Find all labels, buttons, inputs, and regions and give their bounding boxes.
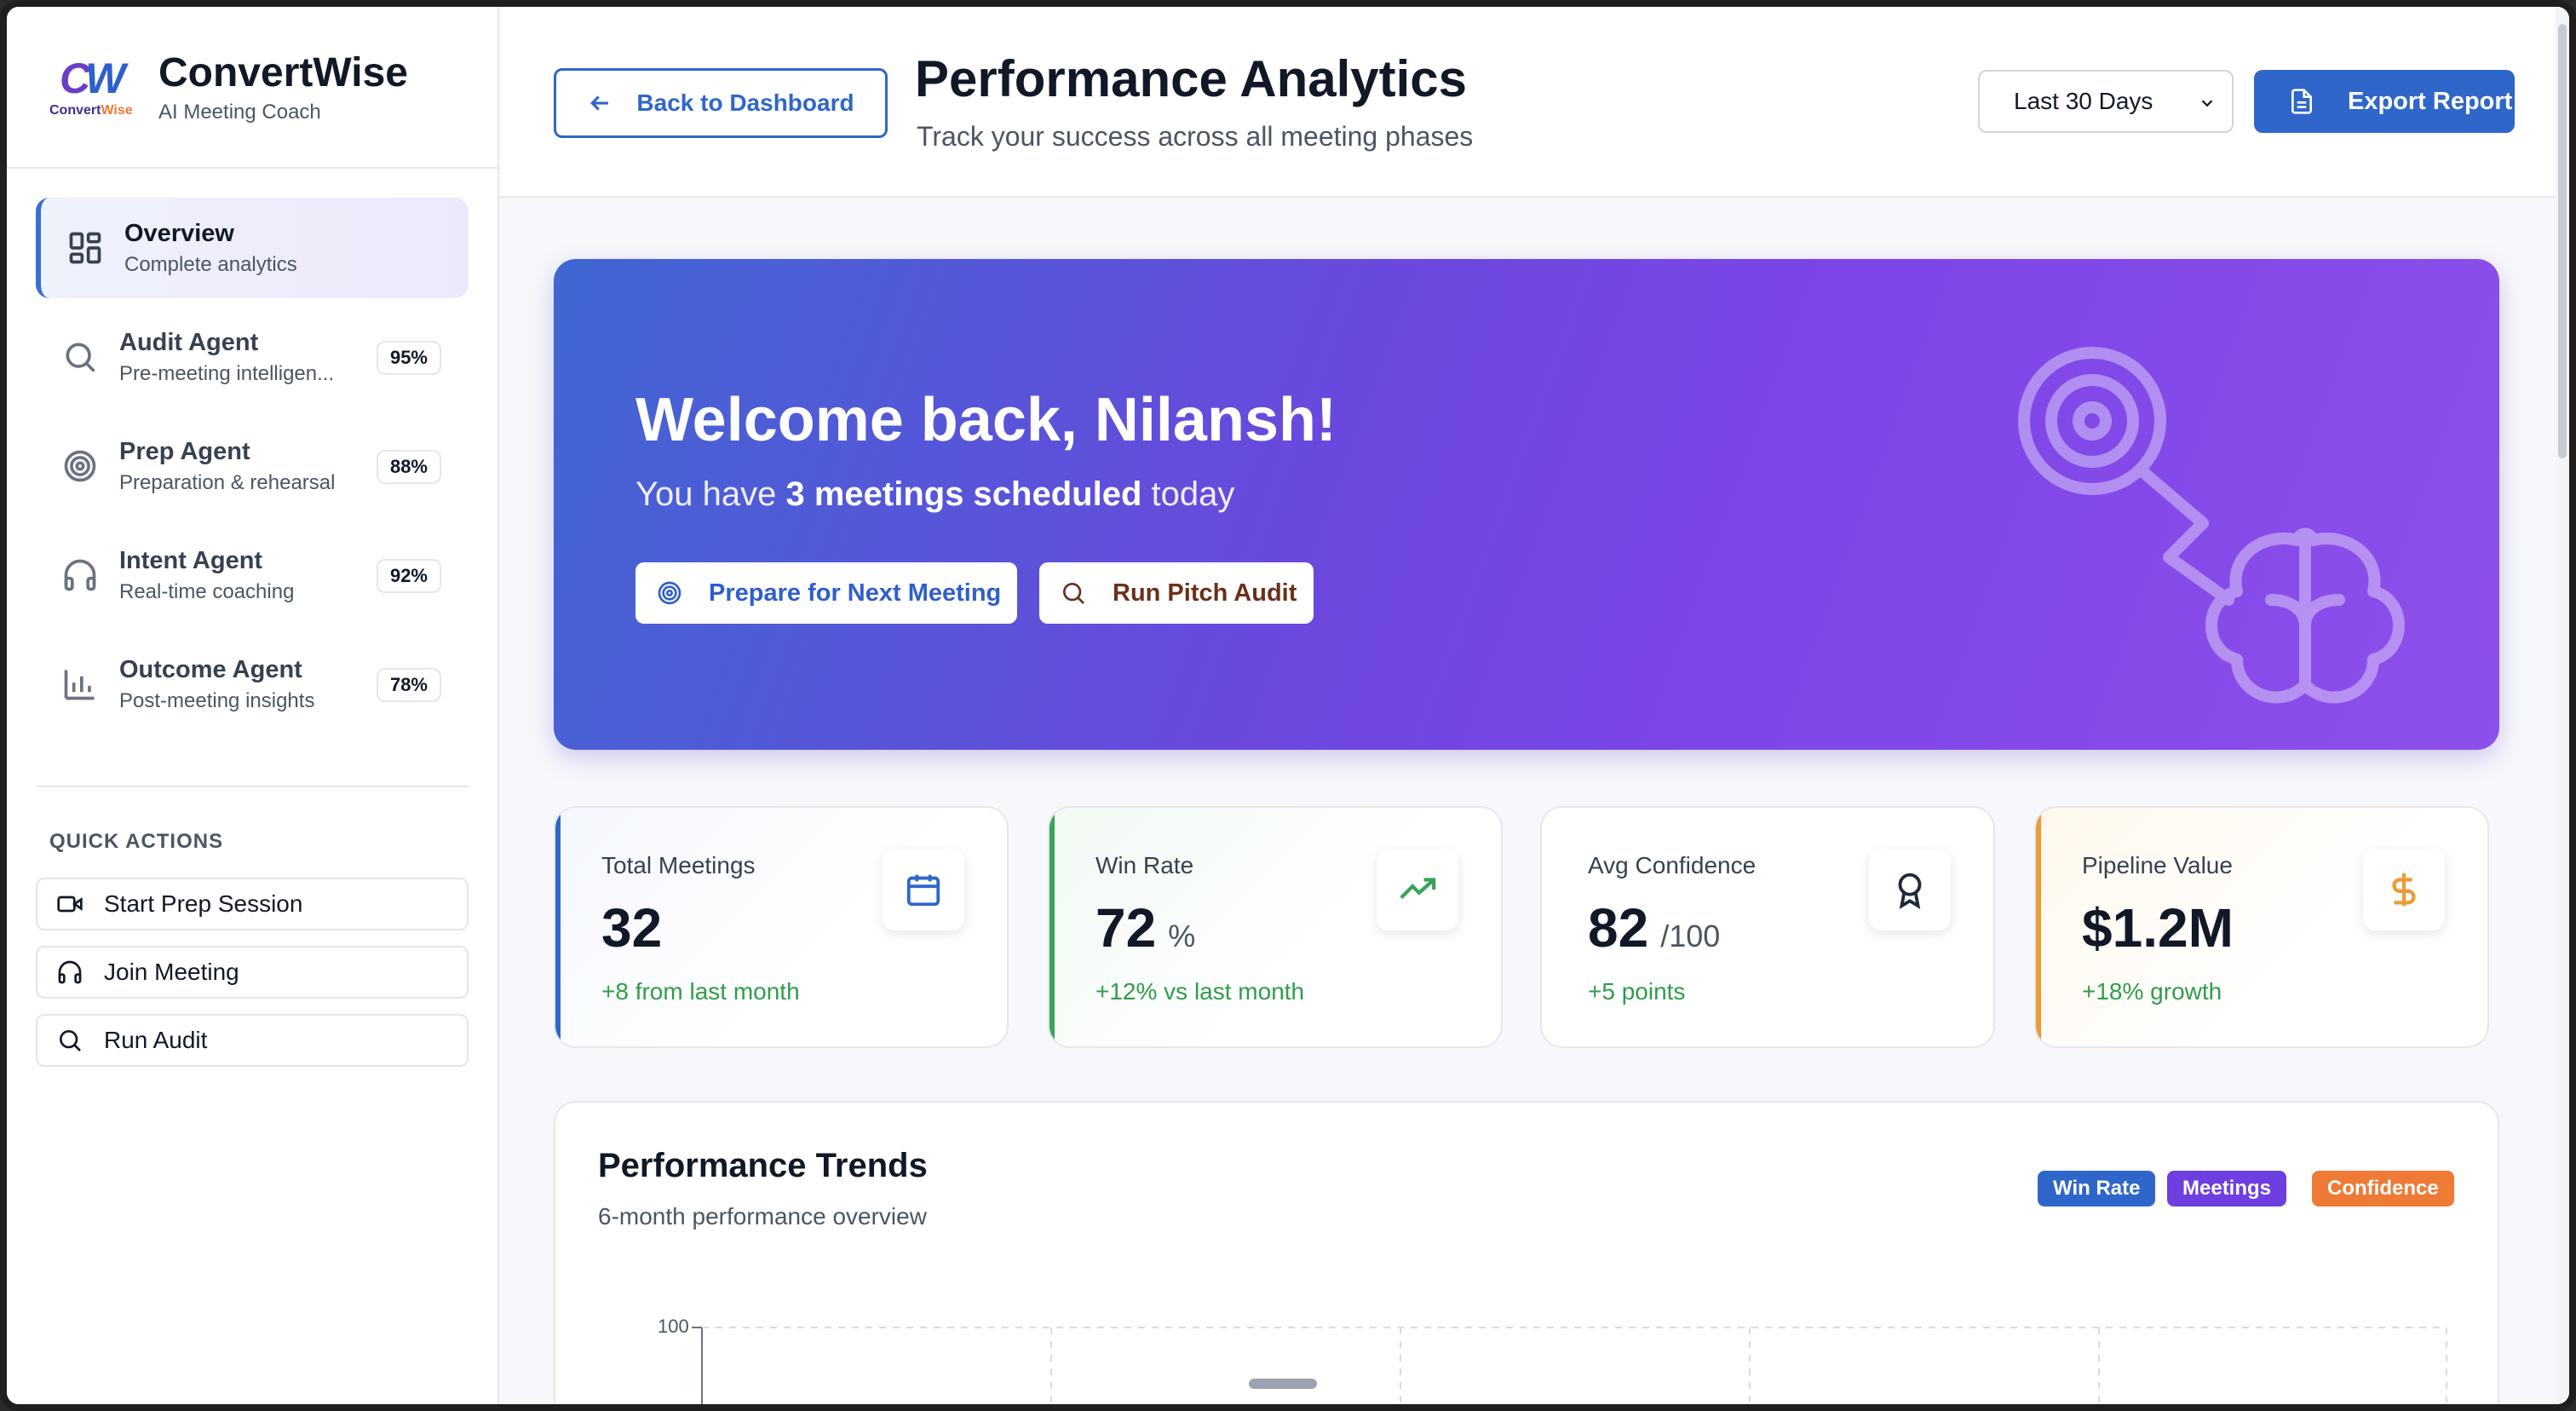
scrollbar-thumb[interactable] bbox=[2558, 24, 2567, 458]
headphones-icon bbox=[58, 960, 82, 984]
score-badge: 78% bbox=[376, 668, 441, 702]
content-area: Welcome back, Nilansh! You have 3 meetin… bbox=[499, 199, 2569, 1404]
back-label: Back to Dashboard bbox=[636, 89, 854, 116]
back-to-dashboard-button[interactable]: Back to Dashboard bbox=[554, 68, 888, 138]
sidebar-item-label: Overview bbox=[124, 219, 234, 247]
sidebar-item-desc: Complete analytics bbox=[124, 252, 297, 276]
stat-change: +8 from last month bbox=[601, 978, 800, 1005]
stat-icon-box bbox=[2363, 849, 2445, 930]
quick-action-label: Start Prep Session bbox=[104, 890, 303, 917]
start-prep-session-button[interactable]: Start Prep Session bbox=[36, 878, 469, 930]
chevron-down-icon bbox=[2201, 100, 2213, 107]
trends-title: Performance Trends bbox=[598, 1147, 928, 1184]
performance-trends-card: Performance Trends 6-month performance o… bbox=[554, 1101, 2499, 1404]
sidebar-item-audit-agent[interactable]: Audit Agent Pre-meeting intelligen... 95… bbox=[36, 307, 469, 407]
stat-value: $1.2M bbox=[2082, 897, 2234, 959]
stat-card-total-meetings: Total Meetings 32 +8 from last month bbox=[554, 806, 1009, 1048]
arrow-left-icon bbox=[590, 95, 609, 111]
award-icon bbox=[1898, 873, 1922, 909]
page-subtitle: Track your success across all meeting ph… bbox=[917, 121, 1474, 152]
legend-chip-win-rate[interactable]: Win Rate bbox=[2038, 1171, 2156, 1207]
stat-value: 32 bbox=[601, 897, 663, 959]
export-report-button[interactable]: Export Report bbox=[2254, 70, 2515, 133]
date-range-value: Last 30 Days bbox=[2014, 88, 2153, 114]
search-icon bbox=[66, 343, 95, 372]
video-icon bbox=[57, 896, 83, 913]
stat-card-avg-confidence: Avg Confidence 82/100 +5 points bbox=[1540, 806, 1995, 1048]
sidebar-item-prep-agent[interactable]: Prep Agent Preparation & rehearsal 88% bbox=[36, 416, 469, 516]
brand-header: CW ConvertWise ConvertWise AI Meeting Co… bbox=[7, 7, 497, 169]
stat-label: Pipeline Value bbox=[2082, 852, 2233, 878]
chart-tooltip-handle[interactable] bbox=[1249, 1379, 1317, 1389]
stat-label: Total Meetings bbox=[601, 852, 756, 878]
trends-chart: 100 bbox=[555, 1316, 2498, 1404]
grid-icon bbox=[69, 232, 101, 264]
sidebar-item-outcome-agent[interactable]: Outcome Agent Post-meeting insights 78% bbox=[36, 634, 469, 734]
stat-card-pipeline-value: Pipeline Value $1.2M +18% growth bbox=[2034, 806, 2489, 1048]
main-panel: Back to Dashboard Performance Analytics … bbox=[499, 7, 2569, 1404]
stat-change: +5 points bbox=[1588, 978, 1686, 1005]
stat-value: 82/100 bbox=[1588, 897, 1721, 959]
quick-action-label: Join Meeting bbox=[104, 959, 239, 985]
quick-actions-list: Start Prep Session Join Meeting Run Audi… bbox=[7, 854, 497, 1067]
trends-subtitle: 6-month performance overview bbox=[598, 1203, 927, 1230]
legend-chip-confidence[interactable]: Confidence bbox=[2312, 1171, 2454, 1207]
vertical-scrollbar[interactable] bbox=[2556, 7, 2569, 1404]
sidebar: CW ConvertWise ConvertWise AI Meeting Co… bbox=[7, 7, 499, 1404]
score-badge: 92% bbox=[376, 559, 441, 593]
target-icon bbox=[658, 581, 681, 605]
join-meeting-button[interactable]: Join Meeting bbox=[36, 946, 469, 999]
stat-change: +18% growth bbox=[2082, 978, 2222, 1005]
stat-label: Avg Confidence bbox=[1588, 852, 1757, 878]
stat-card-win-rate: Win Rate 72% +12% vs last month bbox=[1048, 806, 1503, 1048]
sidebar-item-overview[interactable]: Overview Complete analytics bbox=[36, 198, 469, 298]
stat-icon-box bbox=[883, 849, 964, 930]
export-label: Export Report bbox=[2348, 87, 2513, 115]
date-range-select[interactable]: Last 30 Days bbox=[1978, 70, 2234, 133]
search-icon bbox=[1063, 583, 1084, 604]
stat-label: Win Rate bbox=[1095, 852, 1194, 878]
brand-logo[interactable]: CW ConvertWise bbox=[48, 49, 140, 125]
stat-icon-box bbox=[1377, 849, 1458, 930]
prepare-label: Prepare for Next Meeting bbox=[709, 579, 1002, 607]
search-icon bbox=[60, 1030, 81, 1051]
sidebar-nav: Overview Complete analytics Audit Agent … bbox=[7, 169, 497, 734]
legend-chip-meetings[interactable]: Meetings bbox=[2167, 1171, 2287, 1207]
calendar-icon bbox=[906, 874, 940, 907]
pitch-audit-label: Run Pitch Audit bbox=[1113, 579, 1297, 607]
welcome-banner: Welcome back, Nilansh! You have 3 meetin… bbox=[554, 259, 2499, 750]
app-window: CW ConvertWise ConvertWise AI Meeting Co… bbox=[0, 0, 2576, 1411]
top-bar: Back to Dashboard Performance Analytics … bbox=[499, 7, 2569, 198]
chart-grid bbox=[692, 1327, 2447, 1404]
target-brain-illustration-icon bbox=[2018, 347, 2405, 704]
welcome-subtitle: You have 3 meetings scheduled today bbox=[635, 475, 1235, 513]
target-icon bbox=[64, 450, 96, 482]
prepare-next-meeting-button[interactable]: Prepare for Next Meeting bbox=[635, 562, 1017, 624]
stat-change: +12% vs last month bbox=[1095, 978, 1305, 1005]
brand-tagline: AI Meeting Coach bbox=[158, 101, 321, 124]
sidebar-item-intent-agent[interactable]: Intent Agent Real-time coaching 92% bbox=[36, 525, 469, 625]
brand-name: ConvertWise bbox=[158, 50, 408, 95]
dollar-icon bbox=[2392, 873, 2416, 907]
quick-actions-title: QUICK ACTIONS bbox=[49, 830, 224, 853]
page-title: Performance Analytics bbox=[915, 50, 1468, 107]
headphones-icon bbox=[64, 559, 96, 591]
bar-chart-icon bbox=[64, 670, 95, 700]
stat-value: 72% bbox=[1095, 897, 1196, 959]
document-icon bbox=[2291, 89, 2312, 114]
trending-up-icon bbox=[1400, 878, 1436, 900]
run-pitch-audit-button[interactable]: Run Pitch Audit bbox=[1039, 562, 1314, 624]
run-audit-button[interactable]: Run Audit bbox=[36, 1014, 469, 1067]
welcome-title: Welcome back, Nilansh! bbox=[635, 386, 1337, 454]
score-badge: 88% bbox=[376, 450, 441, 484]
stat-icon-box bbox=[1869, 849, 1951, 930]
score-badge: 95% bbox=[376, 341, 441, 375]
quick-action-label: Run Audit bbox=[104, 1027, 208, 1053]
